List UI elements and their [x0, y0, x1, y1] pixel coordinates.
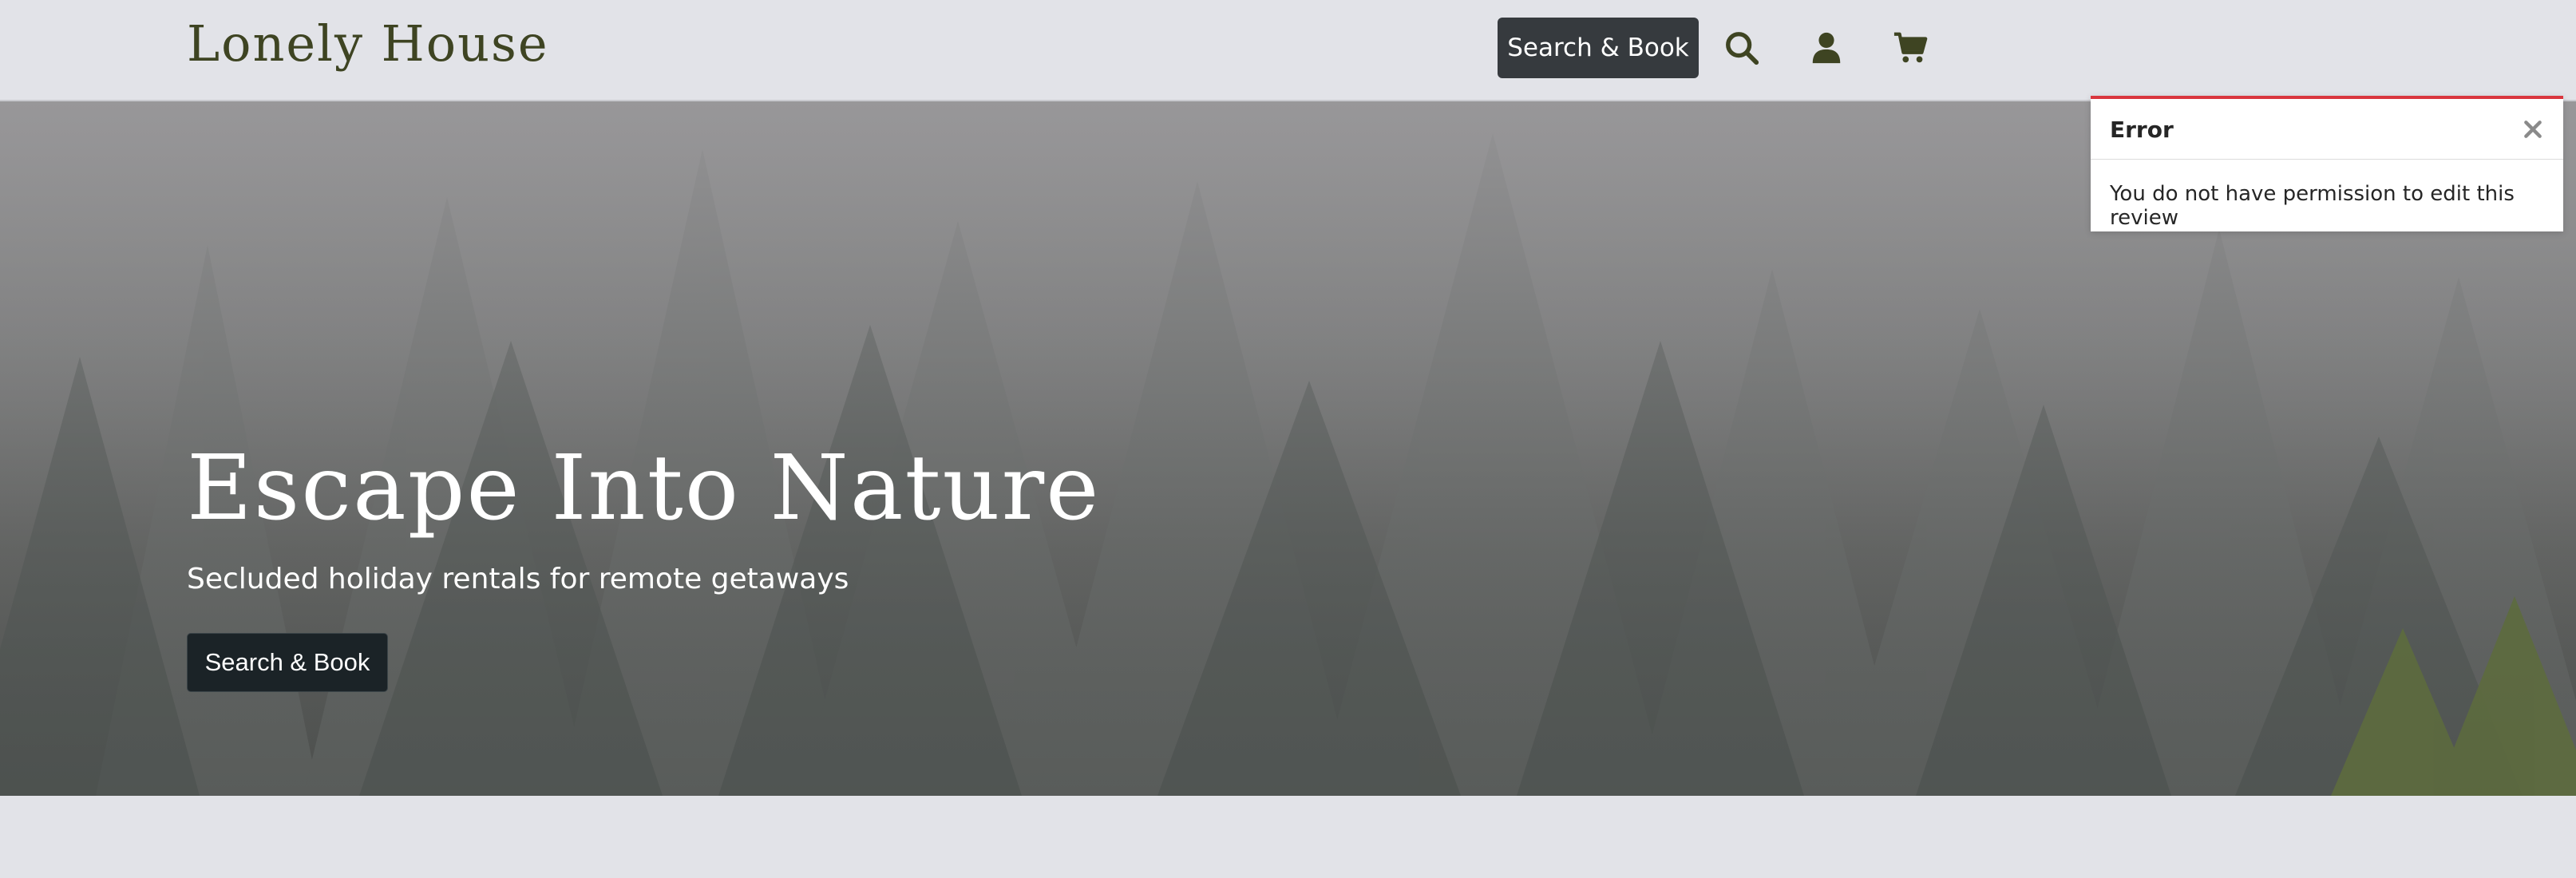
hero-title: Escape Into Nature — [187, 437, 1101, 540]
cart-icon[interactable] — [1887, 24, 1935, 72]
hero-subtitle: Secluded holiday rentals for remote geta… — [187, 563, 849, 595]
site-logo[interactable]: Lonely House — [187, 14, 549, 73]
toast-message: You do not have permission to edit this … — [2110, 182, 2515, 230]
error-toast: Error You do not have permission to edit… — [2091, 96, 2563, 231]
top-navbar: Lonely House Search & Book — [0, 0, 2576, 101]
search-icon[interactable] — [1718, 24, 1766, 72]
close-icon[interactable] — [2517, 113, 2549, 145]
toast-header: Error — [2091, 99, 2563, 160]
toast-title: Error — [2110, 117, 2174, 143]
user-icon[interactable] — [1802, 24, 1850, 72]
hero-search-book-button[interactable]: Search & Book — [187, 633, 388, 692]
nav-search-book-button[interactable]: Search & Book — [1498, 18, 1699, 78]
